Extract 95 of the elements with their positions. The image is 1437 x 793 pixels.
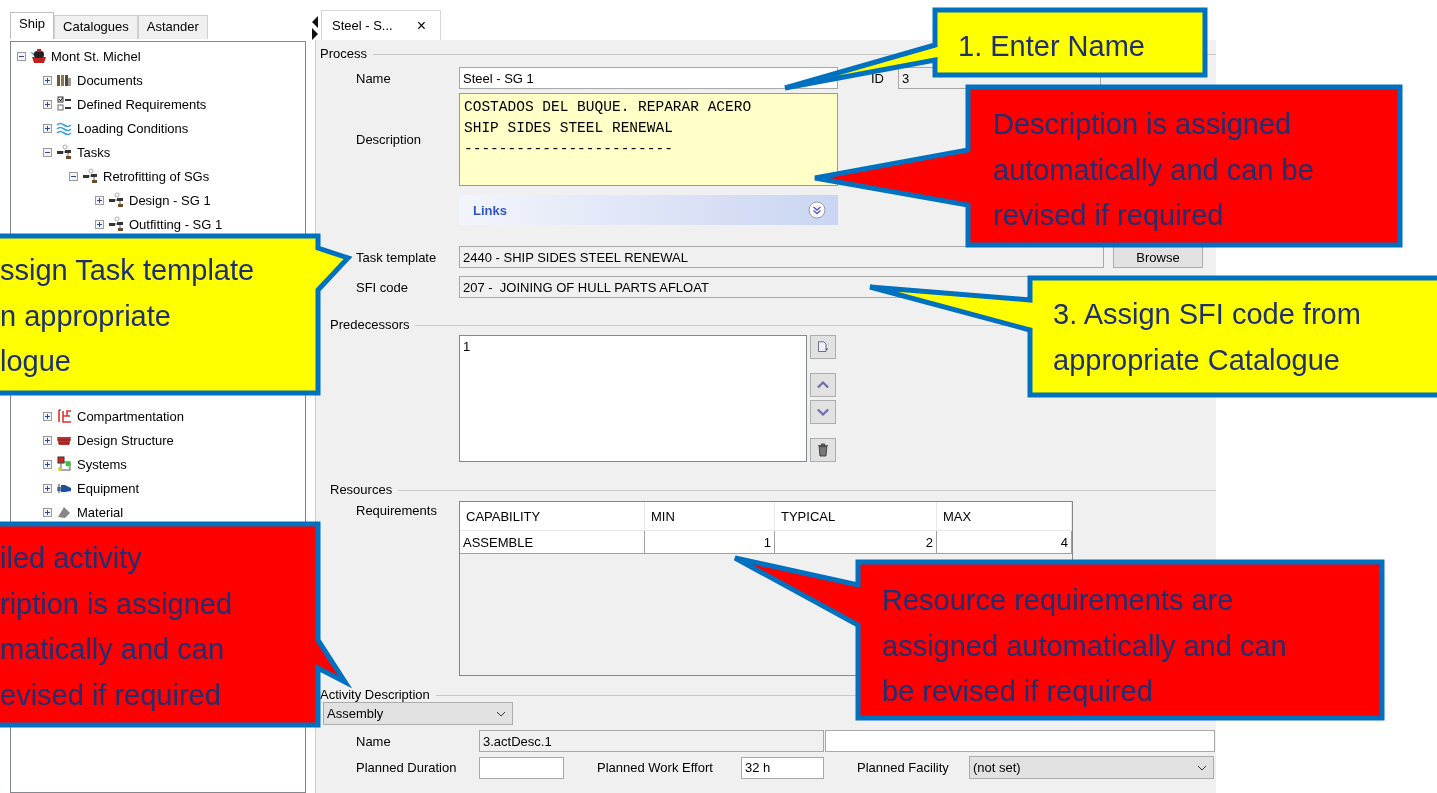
move-up-button[interactable] xyxy=(810,373,836,397)
expand-toggle-icon[interactable] xyxy=(43,123,52,133)
tree-item[interactable]: Mont St. Michel xyxy=(51,48,141,64)
activity-type-dropdown[interactable]: Assembly xyxy=(323,702,513,725)
panel-tab[interactable]: Catalogues xyxy=(54,15,138,39)
column-header[interactable]: CAPABILITY xyxy=(460,502,645,531)
expand-toggle-icon[interactable] xyxy=(43,483,52,493)
tree-item[interactable]: Outfitting - SG 1 xyxy=(129,216,223,232)
tree-node-icon xyxy=(108,216,124,232)
trash-icon xyxy=(817,442,829,458)
tree-item[interactable]: Equipment xyxy=(77,480,140,496)
tree-item[interactable]: Tasks xyxy=(77,144,111,160)
tree-node-icon xyxy=(56,144,72,160)
tree-node-icon xyxy=(82,168,98,184)
tree-item[interactable]: Compartmentation xyxy=(77,408,184,424)
expand-toggle-icon[interactable] xyxy=(43,435,52,445)
table-cell: 2 xyxy=(775,531,937,554)
tree-node-icon xyxy=(56,408,72,424)
column-header[interactable]: TYPICAL xyxy=(775,502,937,531)
expand-chevron-icon[interactable] xyxy=(808,201,826,219)
group-title: Activity Description xyxy=(320,687,430,702)
field-label: Planned Duration xyxy=(356,760,458,775)
close-button[interactable]: × xyxy=(416,16,427,35)
field-label: Name xyxy=(356,733,392,749)
task-template-field[interactable]: 2440 - SHIP SIDES STEEL RENEWAL xyxy=(459,246,1104,268)
tree-node-icon xyxy=(56,120,72,136)
expand-toggle-icon[interactable] xyxy=(95,195,104,205)
document-icon xyxy=(817,339,829,355)
expand-toggle-icon[interactable] xyxy=(17,51,26,61)
tree-item[interactable]: Documents xyxy=(77,72,143,88)
field-label: Name xyxy=(356,70,392,86)
links-bar[interactable]: Links xyxy=(459,195,838,225)
ship-icon xyxy=(30,48,46,64)
table-cell: 1 xyxy=(645,531,775,554)
expand-toggle-icon[interactable] xyxy=(43,75,52,85)
field-label: Planned Work Effort xyxy=(597,760,714,775)
table-cell: ASSEMBLE xyxy=(460,531,645,554)
facility-dropdown[interactable]: (not set) xyxy=(969,756,1214,779)
editor-tab[interactable]: Steel - S... × xyxy=(321,10,442,40)
callout-tooltip-text: Description is assigned automatically and can be revised if required xyxy=(993,107,1314,233)
expand-toggle-icon[interactable] xyxy=(43,459,52,469)
tab-scroll-arrows-icon[interactable] xyxy=(311,14,321,40)
expand-toggle-icon[interactable] xyxy=(95,219,104,229)
panel-tab[interactable]: Ship xyxy=(10,12,55,39)
field-label: Description xyxy=(356,132,423,147)
caret-icon xyxy=(1197,764,1207,771)
group-title: Resources xyxy=(330,482,393,497)
caret-icon xyxy=(496,710,506,717)
tree-node-icon xyxy=(56,456,72,472)
list-item[interactable]: 1 xyxy=(463,339,803,354)
new-document-button[interactable] xyxy=(810,335,836,359)
tree-item[interactable]: Loading Conditions xyxy=(77,120,189,136)
name-field[interactable]: Steel - SG 1 xyxy=(459,67,838,89)
activity-name-field[interactable]: 3.actDesc.1 xyxy=(479,730,824,752)
chevron-down-icon xyxy=(817,407,829,417)
tree-item[interactable]: Systems xyxy=(77,456,127,472)
move-down-button[interactable] xyxy=(810,400,836,424)
expand-toggle-icon[interactable] xyxy=(43,411,52,421)
expand-toggle-icon[interactable] xyxy=(43,147,52,157)
callout-tooltip-text: 3. Assign SFI code from appropriate Catalogue xyxy=(1053,297,1361,378)
callout-tooltip-text: iled activity ription is assigned matically and can evised if required xyxy=(0,541,233,713)
tree-item[interactable]: Material xyxy=(77,504,124,520)
expand-toggle-icon[interactable] xyxy=(43,507,52,517)
field-label: Task template xyxy=(356,249,438,265)
group-title: Process xyxy=(320,46,367,61)
tree-node-icon xyxy=(56,96,72,112)
callout-tooltip-text: 1. Enter Name xyxy=(958,29,1145,64)
description-field[interactable]: COSTADOS DEL BUQUE. REPARAR ACERO SHIP SIDES STEEL RENEWAL ------------------------ xyxy=(459,93,838,186)
callout-tooltip-text: ssign Task template n appropriate logue xyxy=(0,253,255,379)
tree-item[interactable]: Design Structure xyxy=(77,432,174,448)
tree-node-icon xyxy=(108,192,124,208)
expand-toggle-icon[interactable] xyxy=(43,99,52,109)
panel-tab[interactable]: Astander xyxy=(137,15,208,39)
field-label: Requirements xyxy=(356,503,438,518)
field-label: Planned Facility xyxy=(857,760,950,775)
browse-button[interactable]: Browse xyxy=(1113,246,1203,268)
tree-item[interactable]: Retrofitting of SGs xyxy=(103,168,210,184)
expand-toggle-icon[interactable] xyxy=(69,171,78,181)
tab-label: Steel - S... xyxy=(332,18,393,33)
column-header[interactable]: MIN xyxy=(645,502,775,531)
tree-item[interactable]: Design - SG 1 xyxy=(129,192,211,208)
column-header[interactable]: MAX xyxy=(937,502,1072,531)
callout-tooltip-text: Resource requirements are assigned automatically and can be revised if required xyxy=(882,583,1287,709)
tree-node-icon xyxy=(56,72,72,88)
group-title: Predecessors xyxy=(330,317,410,332)
work-effort-field[interactable]: 32 h xyxy=(741,756,824,779)
tree-item[interactable]: Defined Requirements xyxy=(77,96,207,112)
duration-field[interactable] xyxy=(479,756,564,779)
field-label: ID xyxy=(871,70,885,86)
field-label: SFI code xyxy=(356,279,410,295)
predecessors-list[interactable]: 1 xyxy=(459,335,807,462)
table-cell: 4 xyxy=(937,531,1072,554)
text-field[interactable] xyxy=(825,730,1215,752)
chevron-up-icon xyxy=(817,380,829,390)
delete-button[interactable] xyxy=(810,438,836,462)
